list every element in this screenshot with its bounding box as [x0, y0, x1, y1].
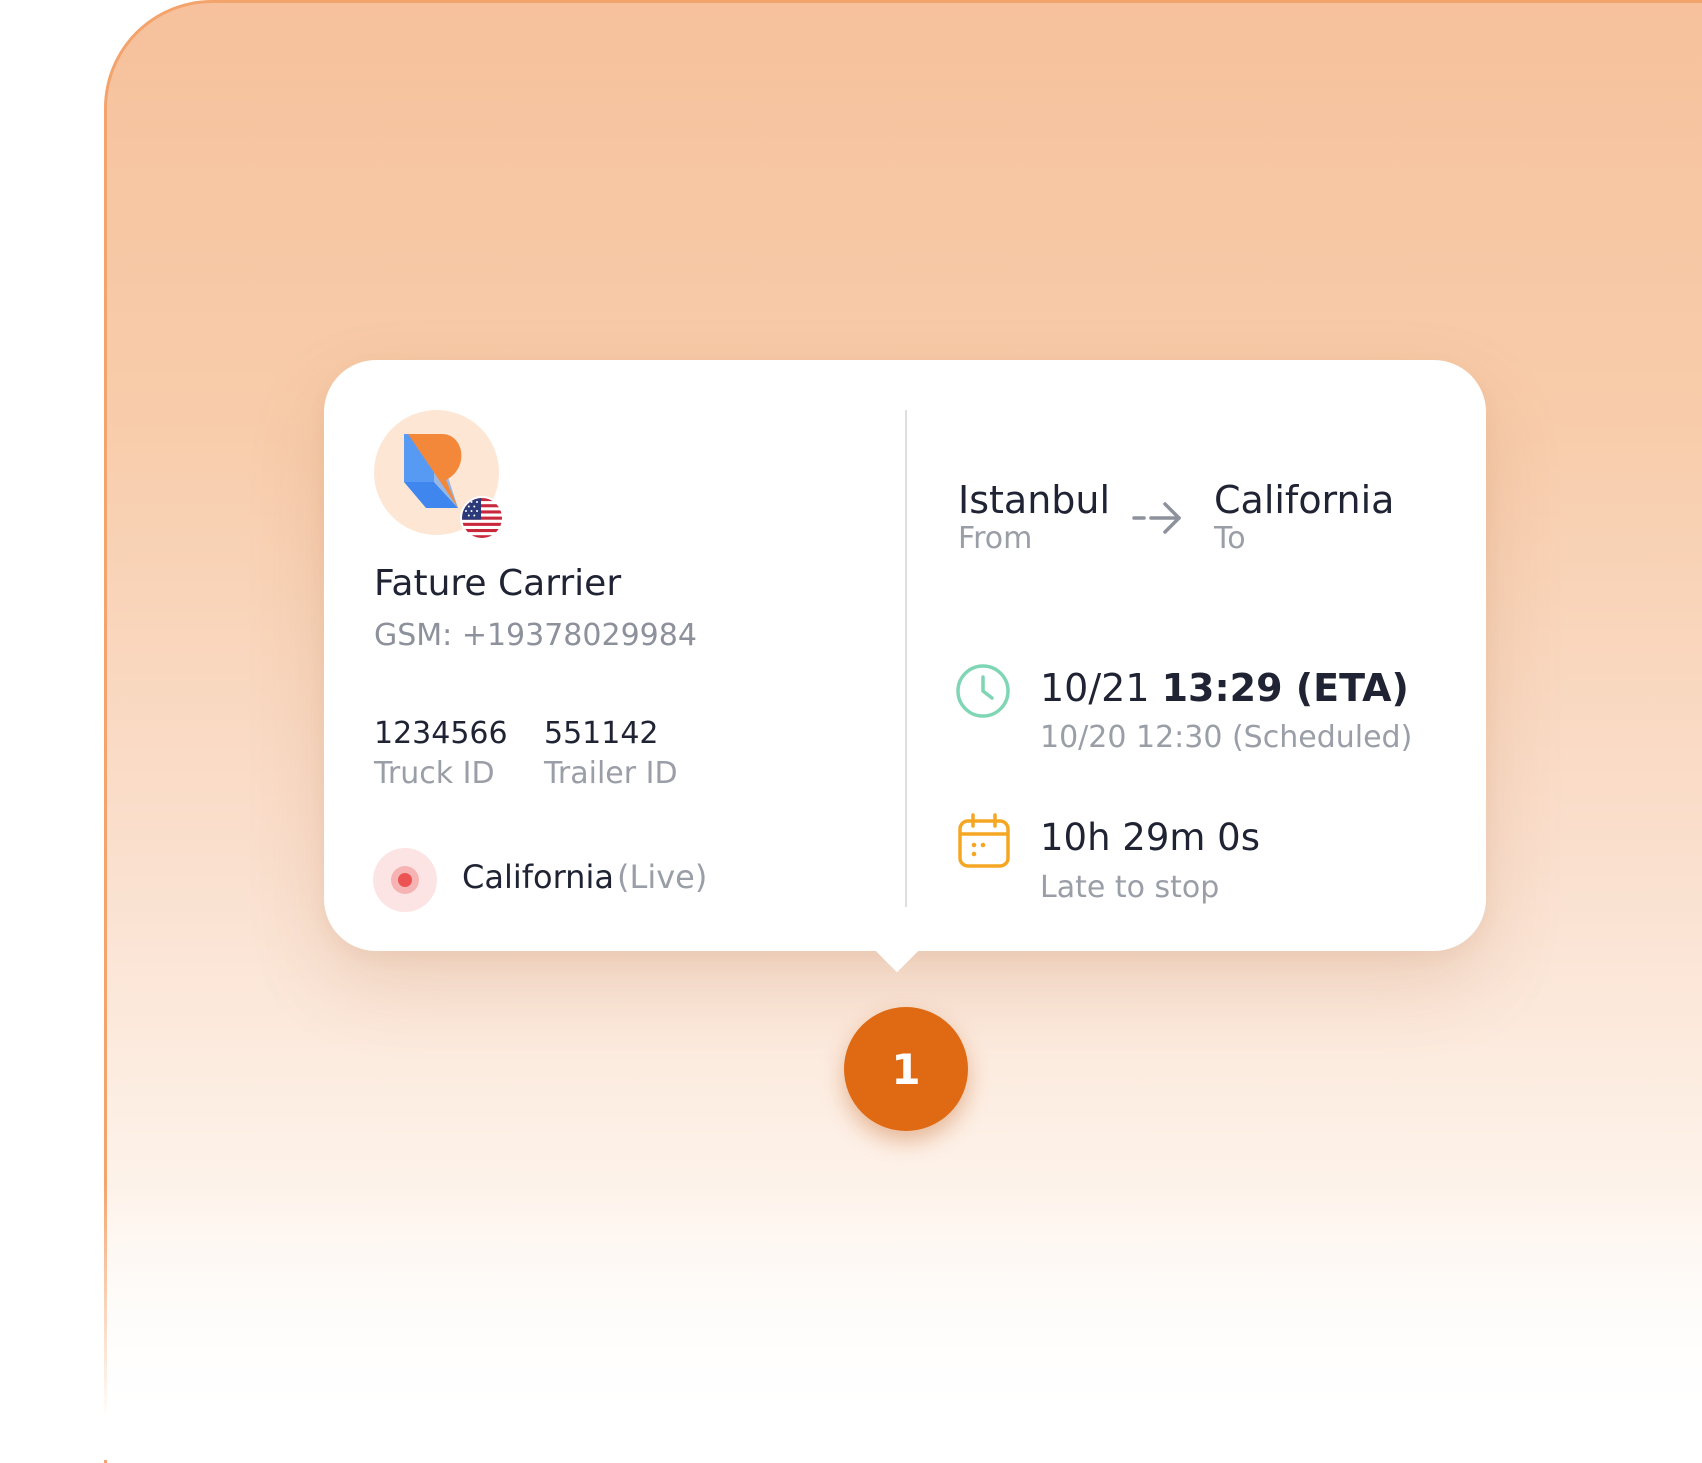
calendar-icon — [958, 813, 1010, 868]
carrier-name: Fature Carrier — [374, 563, 622, 604]
eta-date: 10/21 — [1040, 666, 1150, 710]
eta-text: 10/21 13:29 (ETA) — [1040, 666, 1409, 710]
background-fade — [96, 1180, 1702, 1460]
truck-id-label: Truck ID — [374, 756, 495, 791]
route-from-label: From — [958, 521, 1033, 556]
route-to-city: California — [1214, 478, 1395, 522]
route-to-label: To — [1214, 521, 1246, 556]
map-marker[interactable]: 1 — [844, 1007, 968, 1131]
stop-status: Late to stop — [1040, 870, 1220, 905]
route-arrow-icon — [1132, 502, 1181, 534]
eta-time: 13:29 (ETA) — [1161, 666, 1409, 710]
live-location-icon — [373, 848, 437, 912]
truck-id-value: 1234566 — [374, 716, 508, 751]
live-location-city: California — [462, 858, 614, 896]
live-location-status: (Live) — [617, 858, 708, 896]
card-divider — [905, 410, 907, 907]
us-flag-icon — [460, 496, 504, 540]
time-remaining: 10h 29m 0s — [1040, 816, 1260, 859]
trailer-id-value: 551142 — [544, 716, 659, 751]
route-from-city: Istanbul — [958, 478, 1111, 522]
scheduled-time: 10/20 12:30 (Scheduled) — [1040, 720, 1413, 755]
carrier-gsm: GSM: +19378029984 — [374, 618, 697, 653]
trailer-id-label: Trailer ID — [544, 756, 678, 791]
clock-icon — [956, 664, 1010, 718]
